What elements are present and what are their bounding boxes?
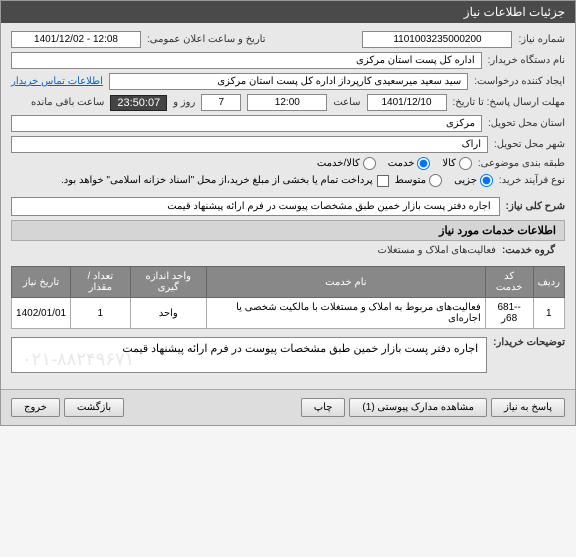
contact-link[interactable]: اطلاعات تماس خریدار — [11, 76, 103, 87]
payment-note-row: پرداخت تمام یا بخشی از مبلغ خرید،از محل … — [61, 175, 389, 187]
row-city: شهر محل تحویل: اراک — [11, 136, 565, 153]
days-label: روز و — [173, 97, 195, 108]
deadline-time: 12:00 — [247, 94, 327, 111]
td-code: -681-68ر — [485, 298, 533, 329]
services-table: ردیف کد خدمت نام خدمت واحد اندازه گیری ت… — [11, 266, 565, 329]
subject-type-label: طبقه بندی موضوعی: — [478, 158, 565, 169]
td-unit: واحد — [130, 298, 206, 329]
row-buyer-org: نام دستگاه خریدار: اداره کل پست استان مر… — [11, 52, 565, 69]
city-value: اراک — [11, 136, 488, 153]
th-unit: واحد اندازه گیری — [130, 267, 206, 298]
row-need-number: شماره نیاز: 1101003235000200 تاریخ و ساع… — [11, 31, 565, 48]
payment-checkbox[interactable] — [377, 175, 389, 187]
purchase-type-label: نوع فرآیند خرید: — [499, 175, 565, 186]
row-buyer-desc: توضیحات خریدار: اجاره دفتر پست بازار خمی… — [11, 333, 565, 377]
row-subject-type: طبقه بندی موضوعی: کالا خدمت کالا/خدمت — [11, 157, 565, 170]
td-qty: 1 — [71, 298, 130, 329]
row-province: استان محل تحویل: مرکزی — [11, 115, 565, 132]
remaining-label: ساعت باقی مانده — [31, 97, 104, 108]
td-date: 1402/01/01 — [12, 298, 71, 329]
buyer-desc-value: اجاره دفتر پست بازار خمین طبق مشخصات پیو… — [122, 343, 478, 355]
btn-group-right: پاسخ به نیاز مشاهده مدارک پیوستی (1) چاپ — [301, 398, 565, 417]
form-section: شماره نیاز: 1101003235000200 تاریخ و ساع… — [1, 23, 575, 389]
buyer-org-label: نام دستگاه خریدار: — [488, 55, 565, 66]
row-deadline: مهلت ارسال پاسخ: تا تاریخ: 1401/12/10 سا… — [11, 94, 565, 111]
need-title-value: اجاره دفتر پست بازار خمین طبق مشخصات پیو… — [11, 197, 500, 216]
exit-button[interactable]: خروج — [11, 398, 60, 417]
service-group-label: گروه خدمت: — [502, 245, 555, 256]
attachments-button[interactable]: مشاهده مدارک پیوستی (1) — [349, 398, 487, 417]
header-title: جزئیات اطلاعات نیاز — [464, 5, 565, 19]
th-row: ردیف — [533, 267, 564, 298]
row-purchase-type: نوع فرآیند خرید: جزیی متوسط پرداخت تمام … — [11, 174, 565, 187]
radio-service-input[interactable] — [417, 157, 430, 170]
radio-kala[interactable]: کالا — [442, 157, 472, 170]
need-number-value: 1101003235000200 — [362, 31, 512, 48]
radio-small-input[interactable] — [480, 174, 493, 187]
services-section-title: اطلاعات خدمات مورد نیاز — [11, 220, 565, 241]
footer-buttons: پاسخ به نیاز مشاهده مدارک پیوستی (1) چاپ… — [1, 389, 575, 425]
service-group-value: فعالیت‌های املاک و مستغلات — [378, 245, 496, 256]
row-service-group: گروه خدمت: فعالیت‌های املاک و مستغلات — [11, 243, 565, 258]
btn-group-left: بازگشت خروج — [11, 398, 124, 417]
print-button[interactable]: چاپ — [301, 398, 346, 417]
creator-label: ایجاد کننده درخواست: — [474, 76, 565, 87]
purchase-radio-group: جزیی متوسط — [395, 174, 493, 187]
buyer-org-value: اداره کل پست استان مرکزی — [11, 52, 482, 69]
th-code: کد خدمت — [485, 267, 533, 298]
radio-both[interactable]: کالا/خدمت — [317, 157, 376, 170]
main-container: جزئیات اطلاعات نیاز شماره نیاز: 11010032… — [0, 0, 576, 426]
days-value: 7 — [201, 94, 241, 111]
province-label: استان محل تحویل: — [488, 118, 565, 129]
radio-medium[interactable]: متوسط — [395, 174, 442, 187]
subject-radio-group: کالا خدمت کالا/خدمت — [317, 157, 472, 170]
services-table-wrapper: ردیف کد خدمت نام خدمت واحد اندازه گیری ت… — [11, 262, 565, 333]
need-number-label: شماره نیاز: — [518, 34, 565, 45]
row-need-title: شرح کلی نیاز: اجاره دفتر پست بازار خمین … — [11, 197, 565, 216]
td-row: 1 — [533, 298, 564, 329]
announce-date-value: 1401/12/02 - 12:08 — [11, 31, 141, 48]
buyer-desc-box: اجاره دفتر پست بازار خمین طبق مشخصات پیو… — [11, 337, 487, 373]
radio-medium-input[interactable] — [429, 174, 442, 187]
header-bar: جزئیات اطلاعات نیاز — [1, 1, 575, 23]
remaining-time: 23:50:07 — [110, 95, 167, 111]
deadline-label: مهلت ارسال پاسخ: تا تاریخ: — [453, 97, 565, 108]
radio-kala-input[interactable] — [459, 157, 472, 170]
radio-small[interactable]: جزیی — [454, 174, 493, 187]
deadline-date: 1401/12/10 — [367, 94, 447, 111]
need-title-label: شرح کلی نیاز: — [506, 201, 565, 212]
watermark-phone: ۰۲۱-۸۸۲۴۹۶۷۱ — [22, 349, 134, 370]
th-date: تاریخ نیاز — [12, 267, 71, 298]
table-header-row: ردیف کد خدمت نام خدمت واحد اندازه گیری ت… — [12, 267, 565, 298]
province-value: مرکزی — [11, 115, 482, 132]
city-label: شهر محل تحویل: — [494, 139, 565, 150]
payment-note: پرداخت تمام یا بخشی از مبلغ خرید،از محل … — [61, 175, 373, 186]
td-name: فعالیت‌های مربوط به املاک و مستغلات با م… — [206, 298, 485, 329]
th-qty: تعداد / مقدار — [71, 267, 130, 298]
radio-service[interactable]: خدمت — [388, 157, 431, 170]
respond-button[interactable]: پاسخ به نیاز — [491, 398, 565, 417]
table-row: 1 -681-68ر فعالیت‌های مربوط به املاک و م… — [12, 298, 565, 329]
radio-both-input[interactable] — [363, 157, 376, 170]
announce-date-label: تاریخ و ساعت اعلان عمومی: — [147, 34, 266, 45]
time-label-1: ساعت — [333, 97, 360, 108]
buyer-desc-label: توضیحات خریدار: — [493, 333, 565, 348]
row-creator: ایجاد کننده درخواست: سید سعید میرسعیدی ک… — [11, 73, 565, 90]
creator-value: سید سعید میرسعیدی کارپرداز اداره کل پست … — [109, 73, 468, 90]
th-name: نام خدمت — [206, 267, 485, 298]
back-button[interactable]: بازگشت — [64, 398, 124, 417]
